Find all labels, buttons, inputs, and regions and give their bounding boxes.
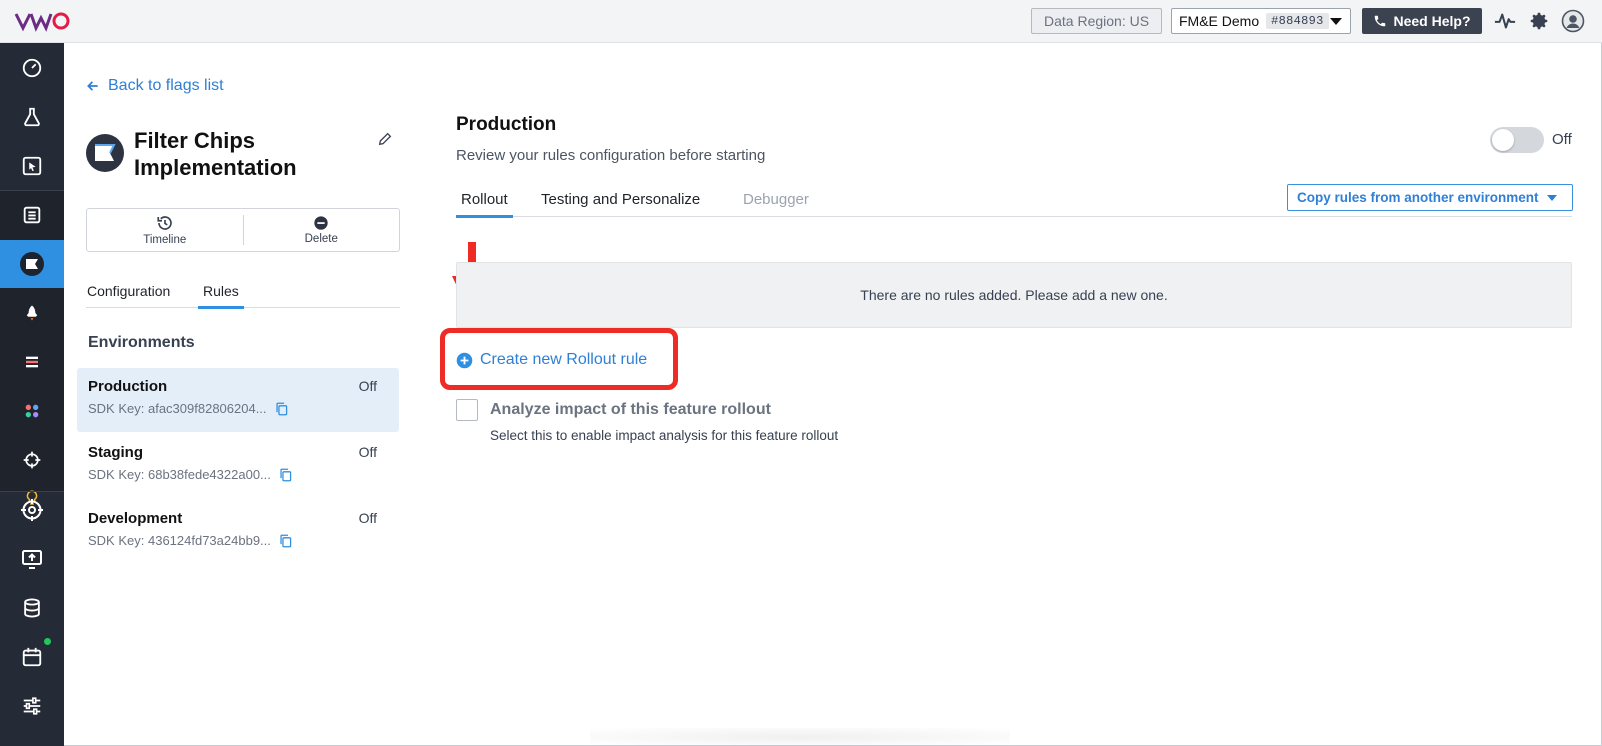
account-selector[interactable]: FM&E Demo #884893 bbox=[1171, 8, 1351, 34]
environment-name: Staging bbox=[88, 444, 143, 461]
copy-rules-label: Copy rules from another environment bbox=[1297, 190, 1539, 205]
environment-toggle[interactable] bbox=[1490, 127, 1544, 153]
sidebar-document-icon[interactable] bbox=[0, 191, 64, 239]
timeline-label: Timeline bbox=[143, 234, 187, 246]
tab-rollout[interactable]: Rollout bbox=[456, 191, 513, 218]
toggle-knob bbox=[1492, 129, 1514, 151]
back-label: Back to flags list bbox=[108, 77, 224, 94]
top-bar: Data Region: US FM&E Demo #884893 Need H… bbox=[0, 0, 1602, 43]
environment-name: Development bbox=[88, 510, 183, 527]
sidebar-cursor-icon[interactable] bbox=[0, 142, 64, 190]
timeline-button[interactable]: Timeline bbox=[87, 209, 243, 251]
data-region-badge: Data Region: US bbox=[1031, 8, 1163, 34]
account-id: #884893 bbox=[1266, 13, 1329, 29]
environment-production[interactable]: Production Off SDK Key: afac309f82806204… bbox=[77, 368, 399, 432]
sidebar-flask-icon[interactable] bbox=[0, 93, 64, 141]
flag-actions: Timeline Delete bbox=[86, 208, 400, 252]
environment-staging[interactable]: Staging Off SDK Key: 68b38fede4322a00... bbox=[77, 434, 399, 498]
sidebar-flag-icon[interactable] bbox=[0, 240, 64, 288]
create-rollout-rule-button[interactable]: Create new Rollout rule bbox=[456, 351, 647, 369]
need-help-button[interactable]: Need Help? bbox=[1362, 8, 1482, 34]
sdk-key-label: SDK Key: bbox=[88, 467, 145, 482]
vwo-logo[interactable] bbox=[14, 8, 70, 34]
environment-title: Production bbox=[456, 114, 557, 135]
tab-rules[interactable]: Rules bbox=[198, 283, 244, 309]
environment-status: Off bbox=[358, 444, 377, 460]
sidebar-dashboard-icon[interactable] bbox=[0, 44, 64, 92]
sdk-key-value: 436124fd73a24bb9... bbox=[147, 533, 271, 548]
environments-heading: Environments bbox=[88, 334, 195, 351]
sidebar-rocket-icon[interactable] bbox=[0, 289, 64, 337]
environment-status: Off bbox=[358, 378, 377, 394]
account-name: FM&E Demo bbox=[1179, 13, 1260, 29]
phone-icon bbox=[1375, 15, 1386, 27]
analyze-impact-checkbox[interactable] bbox=[456, 399, 478, 421]
need-help-label: Need Help? bbox=[1393, 13, 1471, 29]
sdk-key-value: 68b38fede4322a00... bbox=[147, 467, 271, 482]
analyze-impact-label[interactable]: Analyze impact of this feature rollout bbox=[490, 401, 771, 419]
tab-testing-personalize[interactable]: Testing and Personalize bbox=[541, 191, 700, 208]
flag-title: Filter Chips Implementation bbox=[134, 128, 297, 180]
notification-dot bbox=[44, 638, 51, 645]
sdk-key-row: SDK Key: afac309f82806204... bbox=[88, 401, 388, 416]
plus-circle-icon bbox=[456, 352, 473, 368]
tab-configuration[interactable]: Configuration bbox=[87, 283, 170, 299]
delete-button[interactable]: Delete bbox=[242, 215, 400, 245]
sdk-key-label: SDK Key: bbox=[88, 401, 145, 416]
copy-rules-dropdown[interactable]: Copy rules from another environment bbox=[1287, 184, 1573, 211]
chevron-down-icon bbox=[1330, 17, 1342, 25]
back-to-flags-link[interactable]: Back to flags list bbox=[86, 77, 224, 95]
sidebar-apps-icon[interactable] bbox=[0, 387, 64, 435]
create-rule-label: Create new Rollout rule bbox=[480, 351, 648, 368]
flag-icon bbox=[95, 144, 116, 161]
copy-icon[interactable] bbox=[275, 402, 288, 416]
bottom-shadow bbox=[590, 728, 1010, 746]
flag-tabs: Configuration Rules bbox=[86, 283, 400, 309]
arrow-left-icon bbox=[87, 81, 98, 91]
sdk-key-row: SDK Key: 436124fd73a24bb9... bbox=[88, 533, 388, 548]
sdk-key-label: SDK Key: bbox=[88, 533, 145, 548]
sidebar-sliders-icon[interactable] bbox=[0, 682, 64, 730]
tab-debugger[interactable]: Debugger bbox=[743, 191, 809, 208]
sidebar-target-icon[interactable] bbox=[0, 486, 64, 534]
copy-icon[interactable] bbox=[279, 468, 292, 482]
activity-icon[interactable] bbox=[1493, 9, 1517, 33]
history-icon bbox=[157, 216, 172, 230]
analyze-impact-row: Analyze impact of this feature rollout bbox=[456, 399, 771, 421]
flag-avatar bbox=[86, 134, 124, 172]
copy-icon[interactable] bbox=[279, 534, 292, 548]
sdk-key-row: SDK Key: 68b38fede4322a00... bbox=[88, 467, 388, 482]
sdk-key-value: afac309f82806204... bbox=[147, 401, 267, 416]
chevron-down-icon bbox=[1546, 194, 1557, 201]
sidebar-database-icon[interactable] bbox=[0, 584, 64, 632]
toggle-label: Off bbox=[1552, 131, 1572, 148]
environment-development[interactable]: Development Off SDK Key: 436124fd73a24bb… bbox=[77, 500, 399, 564]
analyze-impact-description: Select this to enable impact analysis fo… bbox=[490, 428, 839, 443]
environment-name: Production bbox=[88, 378, 168, 395]
environment-subtitle: Review your rules configuration before s… bbox=[456, 147, 766, 164]
sidebar-monitor-upload-icon[interactable] bbox=[0, 535, 64, 583]
pencil-icon[interactable] bbox=[377, 131, 393, 152]
environment-status: Off bbox=[358, 510, 377, 526]
main-sidebar bbox=[0, 43, 64, 746]
delete-label: Delete bbox=[304, 233, 338, 245]
minus-circle-icon bbox=[314, 216, 328, 230]
sidebar-list-icon[interactable] bbox=[0, 338, 64, 386]
sidebar-calendar-icon[interactable] bbox=[0, 633, 64, 681]
gear-icon[interactable] bbox=[1527, 9, 1551, 33]
user-avatar-icon[interactable] bbox=[1561, 9, 1585, 33]
empty-rules-message: There are no rules added. Please add a n… bbox=[456, 262, 1572, 328]
